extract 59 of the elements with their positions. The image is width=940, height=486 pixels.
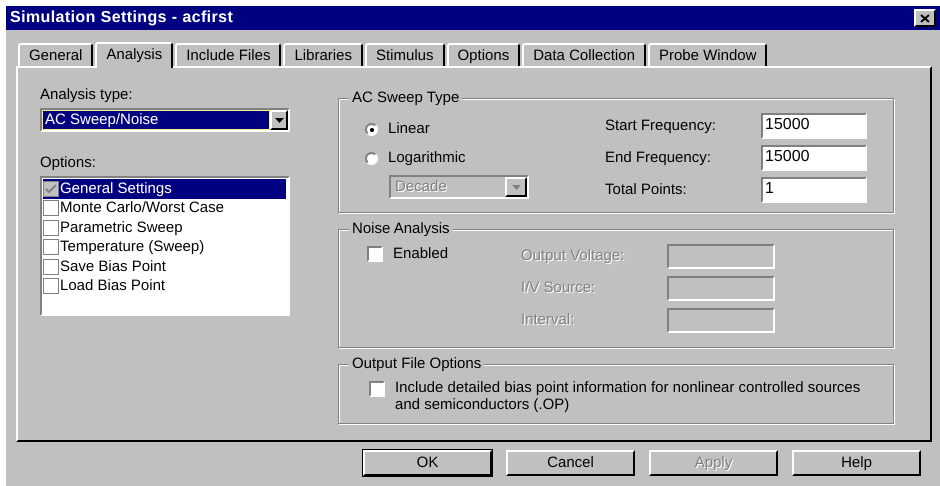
close-icon <box>920 14 930 22</box>
list-item-label: Save Bias Point <box>60 258 166 276</box>
list-item-label: Load Bias Point <box>60 277 166 296</box>
tab[interactable]: Include Files <box>175 43 282 66</box>
tab[interactable]: Analysis <box>95 42 174 68</box>
tab[interactable]: Probe Window <box>648 43 768 66</box>
list-item-label: Parametric Sweep <box>60 218 183 237</box>
radio-label: Logarithmic <box>388 148 466 168</box>
tab[interactable]: Stimulus <box>364 43 445 66</box>
dialog-button[interactable]: OK <box>363 450 492 476</box>
checkbox[interactable] <box>43 278 59 294</box>
tab[interactable]: Data Collection <box>522 43 646 66</box>
list-item[interactable]: Save Bias Point <box>43 257 286 276</box>
close-button[interactable] <box>914 9 936 27</box>
radio-button[interactable] <box>365 123 378 136</box>
dropdown-value: Decade <box>394 177 448 197</box>
dropdown-value: AC Sweep/Noise <box>43 111 269 129</box>
analysis-type-dropdown[interactable]: AC Sweep/Noise <box>40 108 290 132</box>
input-field[interactable] <box>667 244 775 269</box>
tab[interactable]: Options <box>446 43 520 66</box>
checkbox[interactable] <box>43 258 59 275</box>
list-item-label: Temperature (Sweep) <box>60 238 204 256</box>
field-label: Options: <box>40 154 97 172</box>
field-label: Start Frequency: <box>605 116 717 136</box>
radio-button[interactable] <box>365 152 378 165</box>
input-field[interactable]: 15000 <box>761 113 867 139</box>
input-field[interactable]: 15000 <box>761 145 867 171</box>
checkbox[interactable] <box>367 246 383 262</box>
checkbox[interactable] <box>369 381 385 397</box>
list-item[interactable]: Load Bias Point <box>43 276 286 296</box>
field-label: Analysis type: <box>40 86 134 104</box>
list-item[interactable]: Parametric Sweep <box>43 218 286 238</box>
field-label: Output Voltage: <box>521 246 626 266</box>
group-title: Output File Options <box>349 355 484 373</box>
field-label: Interval: <box>521 310 576 330</box>
list-item-label: Monte Carlo/Worst Case <box>60 199 224 218</box>
field-label: I/V Source: <box>521 278 596 298</box>
checkbox-label: Enabled <box>393 246 448 262</box>
group-title: AC Sweep Type <box>349 89 462 107</box>
list-item-label: General Settings <box>60 180 172 198</box>
checkbox-label: Include detailed bias point information for nonlinear controlled sources and semiconductors (.OP) <box>395 379 862 413</box>
radio-label: Linear <box>388 119 430 140</box>
window-title: Simulation Settings - acfirst <box>10 8 234 28</box>
check-icon <box>45 184 57 194</box>
input-field[interactable]: 1 <box>761 177 867 203</box>
dialog-button[interactable]: Help <box>792 450 921 476</box>
tab[interactable]: General <box>18 43 94 66</box>
checkbox[interactable] <box>43 239 59 256</box>
field-label: End Frequency: <box>605 148 712 168</box>
input-field[interactable] <box>667 308 775 333</box>
checkbox[interactable] <box>43 200 59 216</box>
field-label: Total Points: <box>605 180 688 200</box>
list-item[interactable]: Monte Carlo/Worst Case <box>43 198 286 218</box>
input-field[interactable] <box>667 276 775 301</box>
group-title: Noise Analysis <box>349 220 453 238</box>
tab[interactable]: Libraries <box>283 43 363 66</box>
checkbox[interactable] <box>43 220 59 236</box>
dialog-button[interactable]: Cancel <box>506 450 635 476</box>
list-item[interactable]: Temperature (Sweep) <box>43 238 286 257</box>
